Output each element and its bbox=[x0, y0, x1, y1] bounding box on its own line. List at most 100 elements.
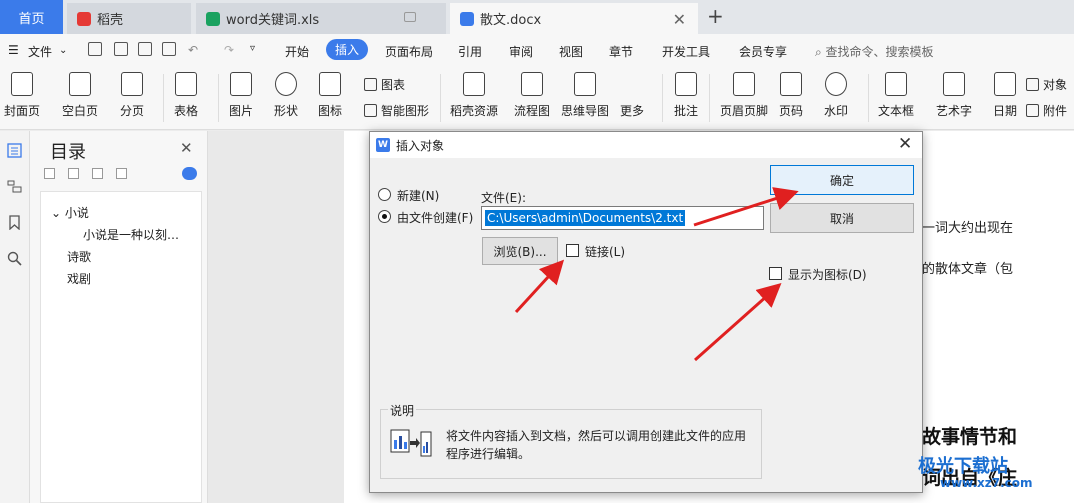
hamburger-icon[interactable]: ☰ bbox=[8, 43, 19, 57]
link-checkbox[interactable] bbox=[566, 244, 579, 257]
menu-file[interactable]: 文件 bbox=[28, 43, 52, 60]
date-button[interactable]: 日期 bbox=[993, 72, 1017, 119]
ok-button[interactable]: 确定 bbox=[770, 165, 914, 195]
tab-docx[interactable]: 散文.docx ✕ bbox=[450, 3, 698, 34]
save-icon[interactable] bbox=[88, 42, 102, 56]
page-number-button[interactable]: 页码 bbox=[779, 72, 803, 119]
textbox-button[interactable]: 文本框 bbox=[878, 72, 914, 119]
mindmap-icon bbox=[574, 72, 596, 96]
new-tab-button[interactable]: + bbox=[707, 4, 724, 28]
display-as-icon-checkbox[interactable] bbox=[769, 267, 782, 280]
ribbon-divider bbox=[218, 74, 219, 122]
menu-insert[interactable]: 插入 bbox=[326, 39, 369, 60]
menu-page-layout[interactable]: 页面布局 bbox=[385, 43, 433, 60]
tab-docer[interactable]: 稻壳 bbox=[67, 3, 191, 34]
comment-button[interactable]: 批注 bbox=[674, 72, 698, 119]
create-from-file-radio[interactable] bbox=[378, 210, 391, 223]
print-icon[interactable] bbox=[138, 42, 152, 56]
close-icon[interactable]: ✕ bbox=[180, 139, 193, 157]
chapter-nav-icon[interactable] bbox=[7, 178, 22, 193]
expand-all-icon[interactable] bbox=[68, 168, 79, 179]
chart-icon bbox=[364, 78, 377, 91]
page-break-button[interactable]: 分页 bbox=[120, 72, 144, 119]
more-button[interactable]: 更多 bbox=[620, 72, 644, 119]
chevron-down-icon[interactable]: ⌄ bbox=[59, 45, 67, 56]
file-path-input[interactable]: C:\Users\admin\Documents\2.txt bbox=[481, 206, 764, 230]
outline-icon[interactable] bbox=[7, 143, 22, 158]
attachment-icon bbox=[1026, 104, 1039, 117]
menu-member[interactable]: 会员专享 bbox=[739, 43, 787, 60]
search-input[interactable]: ⌕ 查找命令、搜索模板 bbox=[815, 43, 934, 60]
page-break-icon bbox=[121, 72, 143, 96]
print-preview-icon[interactable] bbox=[162, 42, 176, 56]
blank-page-icon bbox=[69, 72, 91, 96]
smartart-button[interactable]: 智能图形 bbox=[364, 102, 429, 119]
ribbon-divider bbox=[163, 74, 164, 122]
undo-icon[interactable]: ↶ bbox=[188, 43, 198, 57]
toc-list: ⌄ 小说 小说是一种以刻… 诗歌 戏剧 bbox=[40, 191, 202, 503]
menu-developer[interactable]: 开发工具 bbox=[662, 43, 710, 60]
picture-button[interactable]: 图片 bbox=[229, 72, 253, 119]
search-icon[interactable] bbox=[7, 251, 22, 266]
description-text: 将文件内容插入到文档，然后可以调用创建此文件的应用程序进行编辑。 bbox=[446, 429, 747, 461]
object-icon bbox=[1026, 78, 1039, 91]
smart-toc-icon[interactable] bbox=[182, 167, 197, 180]
bookmark-icon[interactable] bbox=[7, 215, 22, 230]
toc-item-novel-sub[interactable]: 小说是一种以刻… bbox=[83, 226, 179, 243]
cover-page-button[interactable]: 封面页 bbox=[4, 72, 40, 119]
header-footer-button[interactable]: 页眉页脚 bbox=[720, 72, 768, 119]
monitor-icon[interactable] bbox=[404, 12, 416, 22]
file-path-value: C:\Users\admin\Documents\2.txt bbox=[485, 210, 686, 226]
icon-library-icon bbox=[319, 72, 341, 96]
toc-item-poetry[interactable]: 诗歌 bbox=[67, 248, 91, 265]
ribbon-divider bbox=[868, 74, 869, 122]
ribbon-divider bbox=[709, 74, 710, 122]
tab-bar: 首页 稻壳 word关键词.xls 散文.docx ✕ + bbox=[0, 0, 1074, 34]
quick-access-dropdown-icon[interactable]: ▿ bbox=[250, 43, 255, 54]
picture-icon bbox=[230, 72, 252, 96]
wordart-button[interactable]: 艺术字 bbox=[936, 72, 972, 119]
menu-section[interactable]: 章节 bbox=[609, 43, 633, 60]
icon-button[interactable]: 图标 bbox=[318, 72, 342, 119]
doc-heading-1: 故事情节和 bbox=[922, 426, 1018, 448]
table-button[interactable]: 表格 bbox=[174, 72, 198, 119]
blank-page-button[interactable]: 空白页 bbox=[62, 72, 98, 119]
file-label: 文件(E): bbox=[481, 191, 526, 205]
close-icon[interactable]: ✕ bbox=[673, 10, 686, 29]
flowchart-icon bbox=[521, 72, 543, 96]
menu-references[interactable]: 引用 bbox=[458, 43, 482, 60]
menu-view[interactable]: 视图 bbox=[559, 43, 583, 60]
toc-item-novel[interactable]: ⌄ 小说 bbox=[51, 204, 89, 221]
cancel-button[interactable]: 取消 bbox=[770, 203, 914, 233]
export-pdf-icon[interactable] bbox=[114, 42, 128, 56]
close-icon[interactable]: ✕ bbox=[898, 134, 912, 154]
chart-button[interactable]: 图表 bbox=[364, 76, 405, 93]
more-icon bbox=[621, 72, 643, 96]
object-button[interactable]: 对象 bbox=[1026, 76, 1067, 93]
toc-item-drama[interactable]: 戏剧 bbox=[67, 270, 91, 287]
watermark-button[interactable]: 水印 bbox=[824, 72, 848, 119]
tab-home[interactable]: 首页 bbox=[0, 0, 63, 34]
tab-xls[interactable]: word关键词.xls bbox=[196, 3, 446, 34]
table-icon bbox=[175, 72, 197, 96]
browse-button[interactable]: 浏览(B)... bbox=[482, 237, 558, 265]
docer-resources-button[interactable]: 稻壳资源 bbox=[450, 72, 498, 119]
writer-icon bbox=[460, 11, 474, 26]
attachment-button[interactable]: 附件 bbox=[1026, 102, 1067, 119]
dialog-titlebar[interactable]: W 插入对象 ✕ bbox=[370, 132, 922, 158]
flowchart-button[interactable]: 流程图 bbox=[514, 72, 550, 119]
menu-review[interactable]: 审阅 bbox=[509, 43, 533, 60]
mindmap-button[interactable]: 思维导图 bbox=[561, 72, 609, 119]
insert-file-icon bbox=[390, 429, 432, 457]
add-heading-icon[interactable] bbox=[92, 168, 103, 179]
redo-icon[interactable]: ↷ bbox=[224, 43, 234, 57]
remove-heading-icon[interactable] bbox=[116, 168, 127, 179]
insert-object-dialog: W 插入对象 ✕ 新建(N) 由文件创建(F) 文件(E): C:\Users\… bbox=[369, 131, 923, 493]
shape-button[interactable]: 形状 bbox=[274, 72, 298, 119]
toc-panel: 目录 ✕ ⌄ 小说 小说是一种以刻… 诗歌 戏剧 bbox=[30, 131, 208, 503]
menu-bar: ☰ 文件 ⌄ ↶ ↷ ▿ 开始 插入 页面布局 引用 审阅 视图 章节 开发工具… bbox=[0, 34, 1074, 66]
menu-start[interactable]: 开始 bbox=[285, 43, 309, 60]
create-new-radio[interactable] bbox=[378, 188, 391, 201]
ribbon-divider bbox=[662, 74, 663, 122]
collapse-all-icon[interactable] bbox=[44, 168, 55, 179]
